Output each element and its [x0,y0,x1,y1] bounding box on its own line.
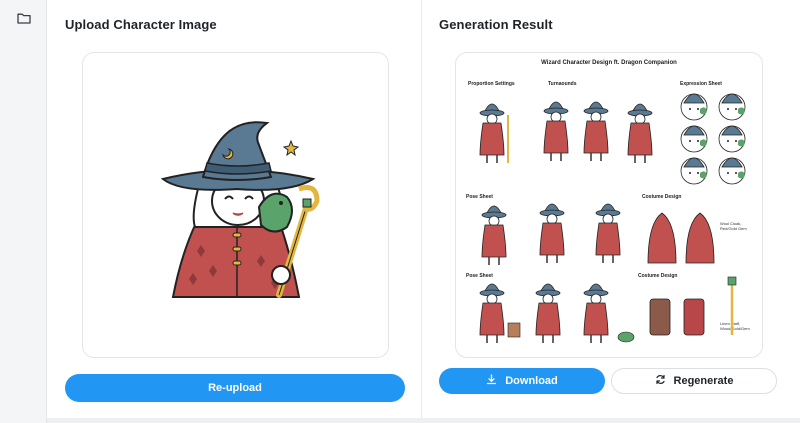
download-label: Download [505,375,558,387]
wizard-character-image [147,113,324,305]
reupload-button[interactable]: Re-upload [65,374,405,402]
result-panel-title: Generation Result [439,17,553,32]
sidebar-rail [0,0,47,423]
upload-panel: Upload Character Image Re-upload [47,0,422,418]
result-panel: Generation Result Wizard Character Desig… [422,0,800,418]
generated-sheet-card[interactable]: Wizard Character Design ft. Dragon Compa… [455,52,763,358]
download-icon [486,374,497,388]
sheet-drawings [479,93,746,344]
refresh-icon [655,374,666,388]
uploaded-image-card[interactable] [82,52,389,358]
download-button[interactable]: Download [439,368,605,394]
regenerate-button[interactable]: Regenerate [611,368,777,394]
folder-icon[interactable] [14,8,34,28]
upload-panel-title: Upload Character Image [65,17,217,32]
regenerate-label: Regenerate [673,375,734,387]
character-sheet-image: Wizard Character Design ft. Dragon Compa… [456,53,762,357]
reupload-label: Re-upload [208,382,262,394]
